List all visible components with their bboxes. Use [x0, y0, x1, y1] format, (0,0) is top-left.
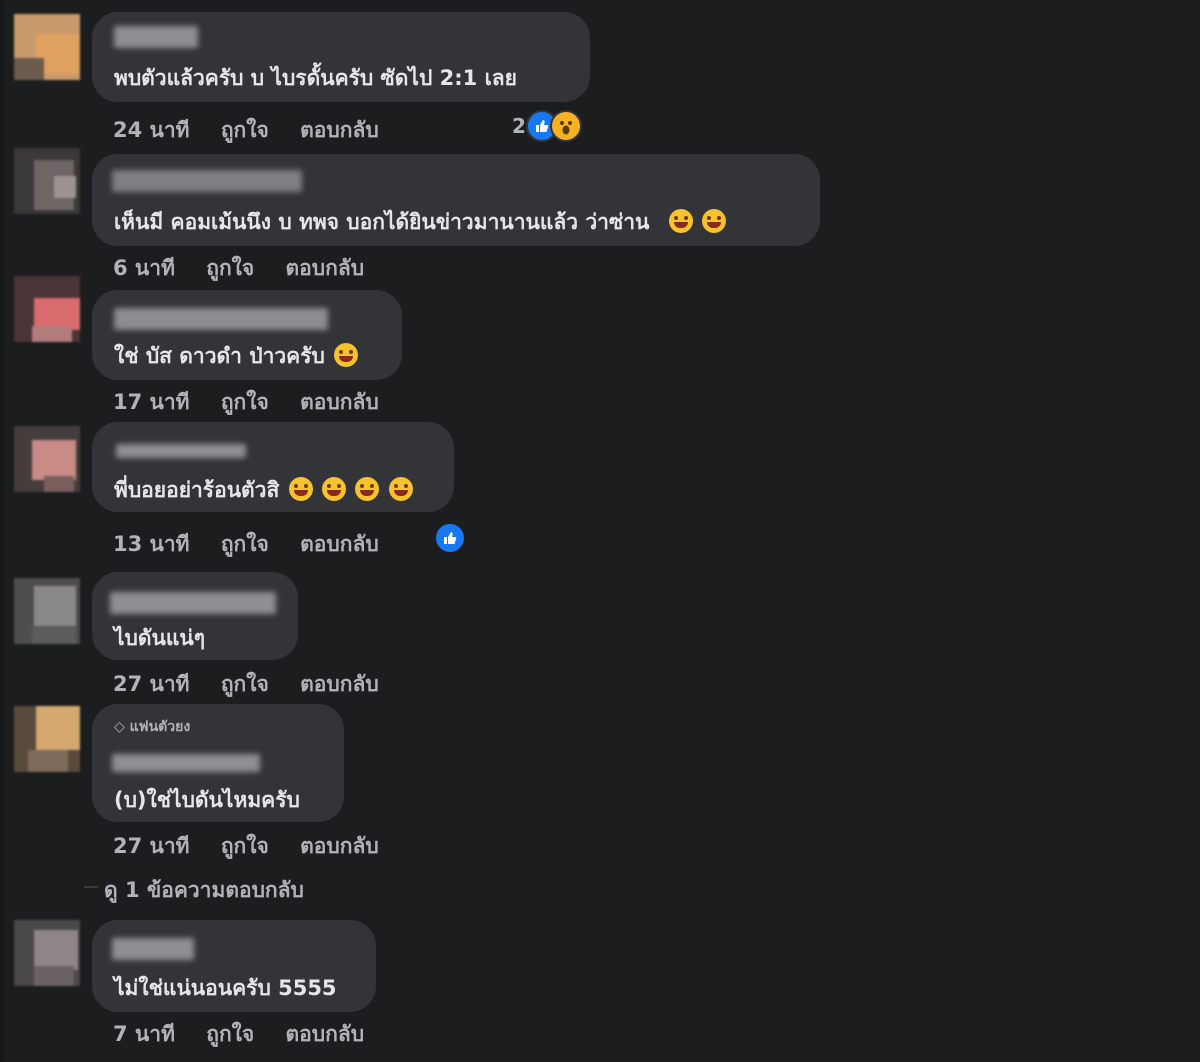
comment-actions: 24 นาที ถูกใจ ตอบกลับ — [113, 114, 403, 147]
like-button[interactable]: ถูกใจ — [206, 1022, 254, 1046]
diamond-icon: ◇ — [114, 719, 125, 735]
laugh-emoji — [334, 343, 359, 367]
comment-time: 6 นาที — [113, 256, 175, 280]
reaction-summary[interactable] — [434, 522, 466, 554]
comment-text: (บ)ใช่ไบดันไหมครับ — [114, 788, 300, 812]
comment-time: 7 นาที — [113, 1022, 175, 1046]
author-name-blurred[interactable] — [114, 308, 328, 330]
reply-button[interactable]: ตอบกลับ — [300, 390, 379, 414]
reply-button[interactable]: ตอบกลับ — [300, 118, 379, 142]
avatar[interactable] — [14, 706, 80, 772]
comment-text: ไม่ใช่แน่นอนครับ 5555 — [114, 976, 337, 1000]
author-name-blurred[interactable] — [112, 754, 260, 772]
avatar[interactable] — [14, 276, 80, 342]
avatar[interactable] — [14, 14, 80, 80]
wow-icon — [549, 110, 582, 142]
reaction-count: 2 — [512, 114, 526, 138]
comment-time: 27 นาที — [113, 834, 190, 858]
comment-actions: 6 นาที ถูกใจ ตอบกลับ — [113, 252, 388, 285]
comment-time: 24 นาที — [113, 118, 190, 142]
like-icon — [434, 522, 466, 554]
avatar[interactable] — [14, 578, 80, 644]
comment-actions: 17 นาที ถูกใจ ตอบกลับ — [113, 386, 403, 419]
like-button[interactable]: ถูกใจ — [221, 532, 269, 556]
like-button[interactable]: ถูกใจ — [221, 390, 269, 414]
reply-thread-line — [84, 886, 98, 888]
comment-actions: 7 นาที ถูกใจ ตอบกลับ — [113, 1018, 388, 1051]
top-fan-badge: ◇ แฟนตัวยง — [114, 719, 191, 735]
comment-time: 27 นาที — [113, 672, 190, 696]
comment-actions: 27 นาที ถูกใจ ตอบกลับ — [113, 830, 403, 863]
comment-bubble: ไม่ใช่แน่นอนครับ 5555 — [92, 920, 376, 1012]
comment-text: ไบดันแน่ๆ — [114, 626, 206, 650]
reply-button[interactable]: ตอบกลับ — [300, 834, 379, 858]
reaction-summary[interactable]: 2 — [512, 110, 582, 142]
like-button[interactable]: ถูกใจ — [221, 118, 269, 142]
author-name-blurred[interactable] — [112, 170, 302, 192]
comment-text: พบตัวแล้วครับ บ ไบรดั้นครับ ซัดไป 2:1 เล… — [114, 66, 517, 90]
comment-text: ใช่ บัส ดาวดำ ป่าวครับ — [114, 340, 359, 373]
author-name-blurred[interactable] — [112, 938, 194, 960]
like-button[interactable]: ถูกใจ — [221, 834, 269, 858]
comment-actions: 27 นาที ถูกใจ ตอบกลับ — [113, 668, 403, 701]
grin-emoji — [668, 209, 693, 233]
comment-time: 13 นาที — [113, 532, 190, 556]
author-name-blurred[interactable] — [110, 592, 276, 614]
comment-bubble: พี่บอยอย่าร้อนตัวสิ — [92, 422, 454, 512]
comment-actions: 13 นาที ถูกใจ ตอบกลับ — [113, 528, 403, 561]
comment-text: เห็นมี คอมเม้นนึง บ ทพจ บอกได้ยินข่าวมาน… — [114, 206, 726, 239]
comment-bubble: ไบดันแน่ๆ — [92, 572, 298, 660]
grin-emoji — [701, 209, 726, 233]
view-replies-link[interactable]: ดู 1 ข้อความตอบกลับ — [104, 874, 304, 907]
avatar[interactable] — [14, 920, 80, 986]
like-button[interactable]: ถูกใจ — [221, 672, 269, 696]
rofl-emoji — [355, 477, 380, 501]
author-name-blurred[interactable] — [114, 26, 198, 48]
avatar[interactable] — [14, 426, 80, 492]
rofl-emoji — [288, 477, 313, 501]
like-button[interactable]: ถูกใจ — [206, 256, 254, 280]
author-name-blurred[interactable] — [116, 444, 246, 458]
rofl-emoji — [388, 477, 413, 501]
reply-button[interactable]: ตอบกลับ — [300, 532, 379, 556]
comment-bubble: พบตัวแล้วครับ บ ไบรดั้นครับ ซัดไป 2:1 เล… — [92, 12, 590, 102]
rofl-emoji — [321, 477, 346, 501]
comment-bubble: ◇ แฟนตัวยง (บ)ใช่ไบดันไหมครับ — [92, 704, 344, 822]
comment-time: 17 นาที — [113, 390, 190, 414]
comment-bubble: เห็นมี คอมเม้นนึง บ ทพจ บอกได้ยินข่าวมาน… — [92, 154, 820, 246]
avatar[interactable] — [14, 148, 80, 214]
comment-text: พี่บอยอย่าร้อนตัวสิ — [114, 474, 413, 507]
reply-button[interactable]: ตอบกลับ — [300, 672, 379, 696]
left-edge — [0, 0, 4, 1062]
reply-button[interactable]: ตอบกลับ — [286, 256, 365, 280]
comment-bubble: ใช่ บัส ดาวดำ ป่าวครับ — [92, 290, 402, 380]
reply-button[interactable]: ตอบกลับ — [286, 1022, 365, 1046]
